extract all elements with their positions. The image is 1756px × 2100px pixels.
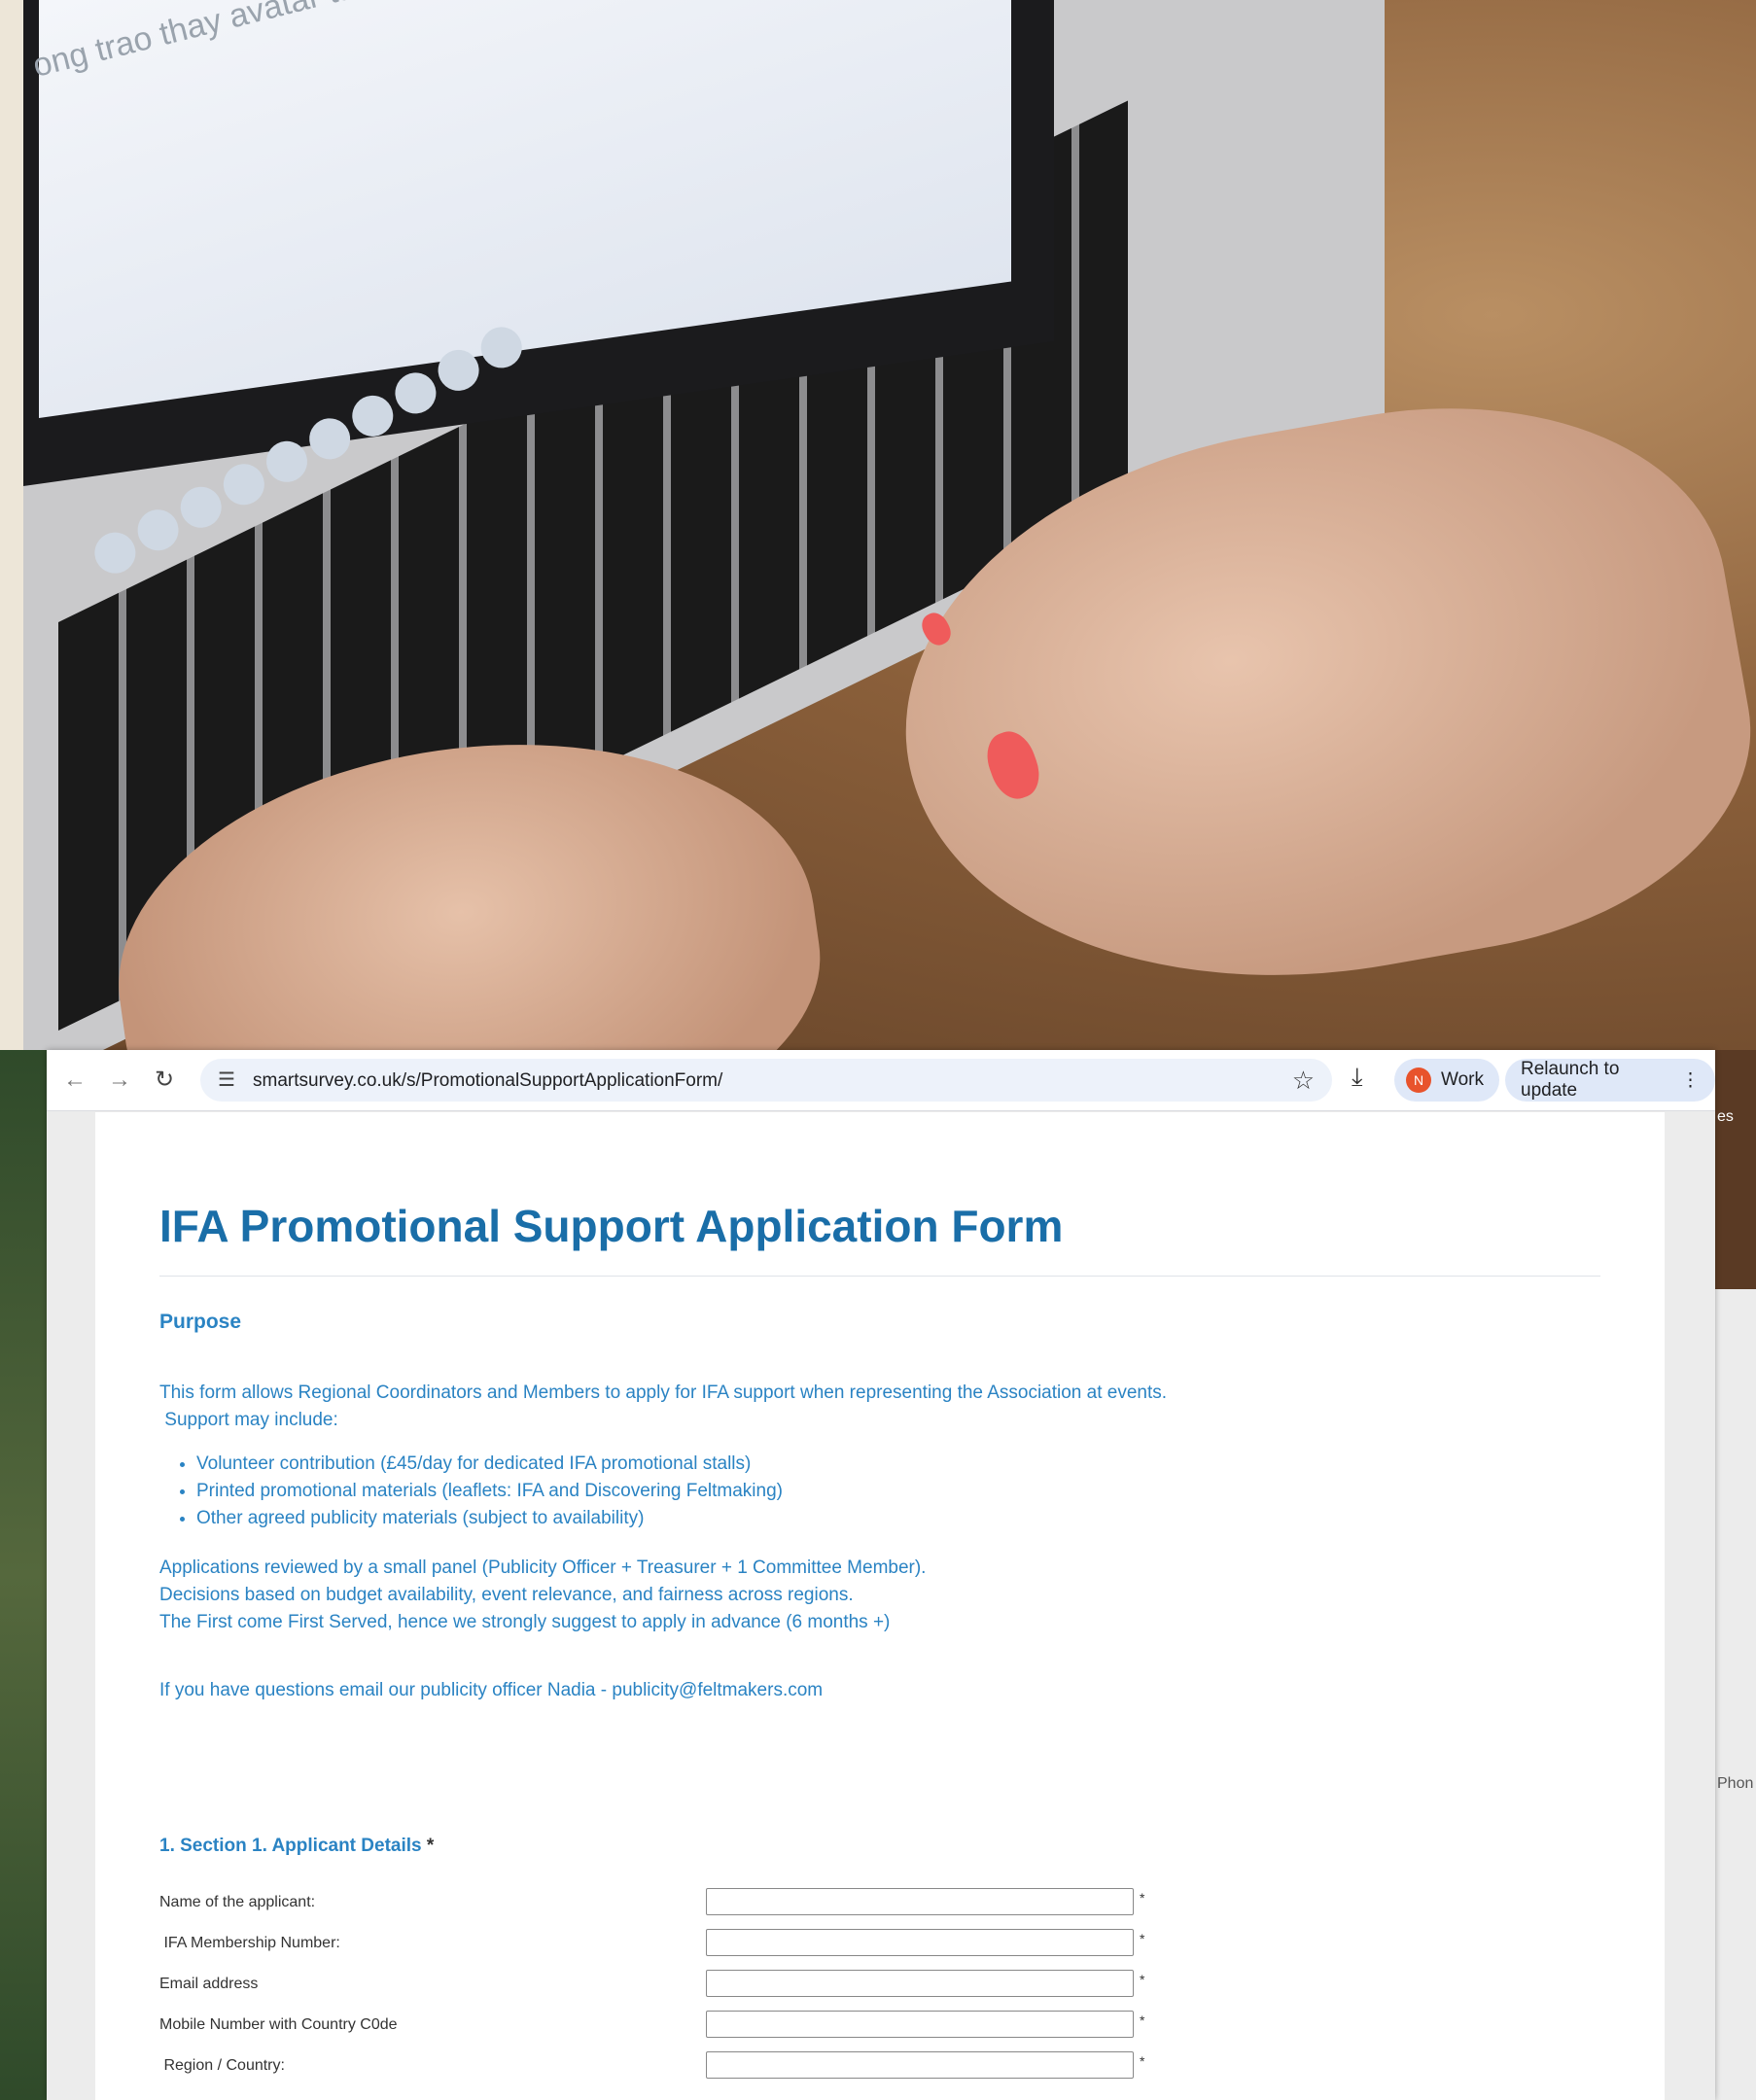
required-mark: * [426, 1836, 435, 1856]
background-window-image [1715, 1050, 1756, 1289]
reload-icon[interactable]: ↻ [148, 1064, 181, 1097]
background-left-strip [0, 0, 23, 1050]
form-row: Name of the applicant: * [159, 1888, 1144, 1919]
list-item: Volunteer contribution (£45/day for dedi… [196, 1451, 783, 1478]
field-label: Mobile Number with Country C0de [159, 2016, 398, 2033]
background-window-text: es [1717, 1108, 1734, 1125]
background-window-left [0, 1050, 47, 2100]
list-item: Printed promotional materials (leaflets:… [196, 1478, 783, 1505]
form-row: Region / Country: * [159, 2051, 1144, 2082]
background-window-phone-label: Phon [1717, 1775, 1754, 1792]
address-bar[interactable]: ☰ smartsurvey.co.uk/s/PromotionalSupport… [200, 1059, 1332, 1102]
page-title: IFA Promotional Support Application Form [159, 1201, 1064, 1251]
field-label: Name of the applicant: [159, 1894, 316, 1910]
avatar: N [1406, 1068, 1431, 1093]
section-title: 1. Section 1. Applicant Details * [159, 1836, 434, 1857]
profile-label: Work [1441, 1069, 1484, 1090]
relaunch-label: Relaunch to update [1521, 1059, 1620, 1101]
background-window-right: es Phon [1715, 1050, 1756, 2100]
review-text: The First come First Served, hence we st… [159, 1612, 891, 1632]
purpose-heading: Purpose [159, 1311, 242, 1333]
field-label: Email address [159, 1976, 259, 1992]
intro-text: Support may include: [159, 1410, 338, 1430]
required-mark: * [1140, 1972, 1145, 1987]
required-mark: * [1140, 1890, 1145, 1906]
address-bar-url[interactable]: smartsurvey.co.uk/s/PromotionalSupportAp… [253, 1070, 722, 1092]
site-settings-icon[interactable]: ☰ [218, 1068, 235, 1092]
required-mark: * [1140, 1931, 1145, 1946]
browser-window: ← → ↻ ☰ smartsurvey.co.uk/s/PromotionalS… [47, 1050, 1715, 2100]
profile-button[interactable]: N Work [1394, 1059, 1499, 1102]
contact-text: If you have questions email our publicit… [159, 1680, 824, 1700]
field-label: IFA Membership Number: [159, 1935, 340, 1951]
more-vert-icon[interactable]: ⋮ [1681, 1069, 1700, 1092]
background-photo: ong trao thay avatar tàu... [0, 0, 1756, 1050]
download-icon[interactable]: ⤓ [1352, 1062, 1363, 1093]
title-divider [159, 1276, 1600, 1277]
form-row: Mobile Number with Country C0de * [159, 2011, 1144, 2042]
mobile-number-field[interactable] [706, 2011, 1134, 2038]
required-mark: * [1140, 2053, 1145, 2069]
form-row: Email address * [159, 1970, 1144, 2001]
browser-toolbar: ← → ↻ ☰ smartsurvey.co.uk/s/PromotionalS… [47, 1050, 1715, 1111]
forward-arrow-icon[interactable]: → [103, 1064, 136, 1097]
required-mark: * [1140, 2012, 1145, 2028]
section-title-text: 1. Section 1. Applicant Details [159, 1836, 422, 1856]
form-row: IFA Membership Number: * [159, 1929, 1144, 1960]
bookmark-star-icon[interactable]: ☆ [1292, 1066, 1315, 1096]
region-country-field[interactable] [706, 2051, 1134, 2079]
review-text: Applications reviewed by a small panel (… [159, 1558, 927, 1578]
relaunch-button[interactable]: Relaunch to update ⋮ [1505, 1059, 1715, 1102]
list-item: Other agreed publicity materials (subjec… [196, 1505, 783, 1532]
survey-page: IFA Promotional Support Application Form… [95, 1112, 1665, 2100]
field-label: Region / Country: [159, 2057, 285, 2074]
membership-number-field[interactable] [706, 1929, 1134, 1956]
applicant-name-field[interactable] [706, 1888, 1134, 1915]
review-text: Decisions based on budget availability, … [159, 1585, 854, 1605]
support-list: Volunteer contribution (£45/day for dedi… [159, 1451, 783, 1532]
intro-text: This form allows Regional Coordinators a… [159, 1382, 1168, 1403]
email-field[interactable] [706, 1970, 1134, 1997]
back-arrow-icon[interactable]: ← [58, 1064, 91, 1097]
